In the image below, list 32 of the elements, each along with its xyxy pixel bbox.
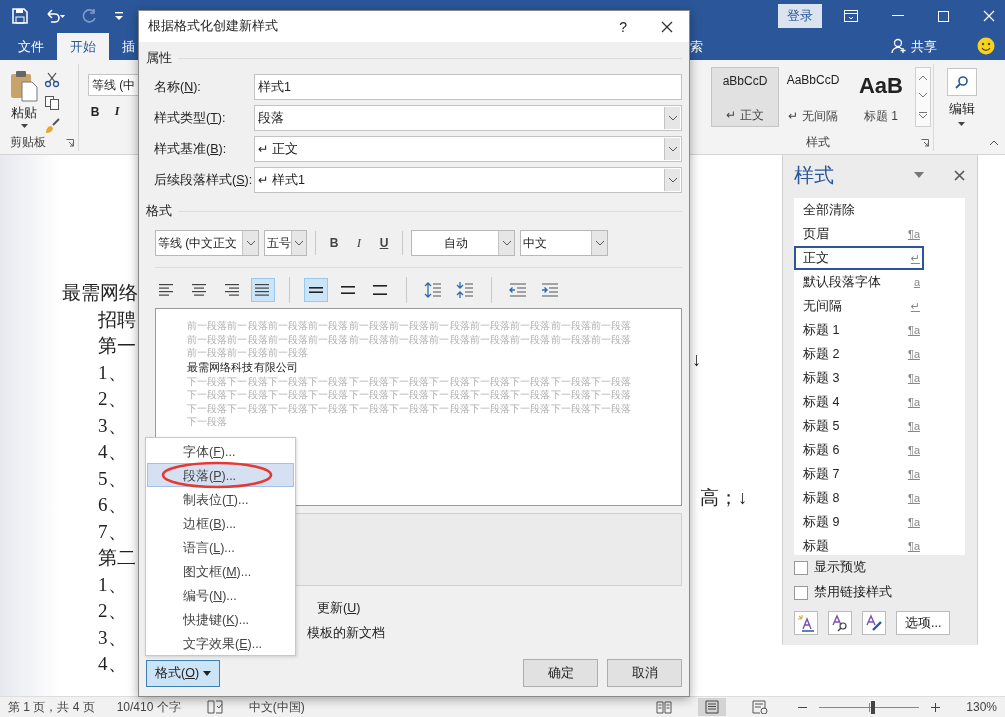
document-text: 高；↓ xyxy=(700,485,748,510)
field-label: 名称(N): xyxy=(154,78,202,96)
checkbox-label: 禁用链接样式 xyxy=(814,584,892,601)
section-heading: 属性 xyxy=(146,49,172,67)
document-text: 5、 xyxy=(98,466,127,491)
document-text: 第一 xyxy=(98,334,136,358)
option-label: 更新(U) xyxy=(317,600,362,617)
pane-title: 样式 xyxy=(794,162,834,188)
field-label: 样式基准(B): xyxy=(154,140,228,158)
group-label: 剪贴板 xyxy=(10,134,46,151)
field-label: 后续段落样式(S): xyxy=(154,171,254,189)
document-text: 1、 xyxy=(98,360,127,385)
document-text: 1、 xyxy=(98,572,127,597)
document-text: ↓ xyxy=(692,348,702,372)
document-text: 4、 xyxy=(98,440,127,464)
document-text: 7、 xyxy=(98,519,127,544)
group-label: 样式 xyxy=(806,134,830,151)
document-text: 3、 xyxy=(98,413,127,438)
option-label: 模板的新文档 xyxy=(307,625,386,642)
field-label: 样式类型(T): xyxy=(154,109,227,127)
document-text: 2、 xyxy=(98,599,127,623)
document-text: 招聘 xyxy=(98,307,136,332)
preview-sample-text: 最需网络科技有限公司 xyxy=(187,359,299,375)
dialog-title: 根据格式化创建新样式 xyxy=(148,18,278,35)
section-heading: 格式 xyxy=(146,202,172,220)
document-text: 4、 xyxy=(98,652,127,676)
document-text: 3、 xyxy=(98,625,127,650)
document-text: 第二 xyxy=(98,546,136,570)
document-text: 2、 xyxy=(98,387,127,411)
checkbox-label: 显示预览 xyxy=(814,559,866,576)
document-text: 6、 xyxy=(98,493,127,517)
document-text: 最需网络 xyxy=(62,281,138,305)
